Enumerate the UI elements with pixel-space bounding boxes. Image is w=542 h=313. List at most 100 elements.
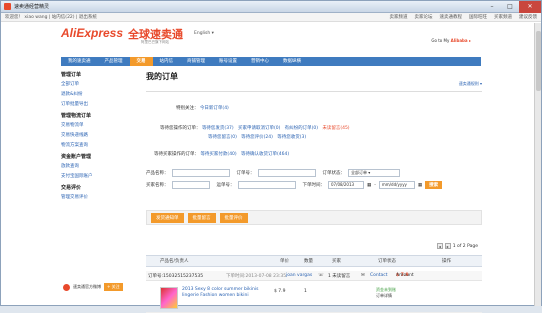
wait-me-row: 等待您操作的订单： 等待您发货(37) 买家申请取消订单(0) 有纠纷的订单(0… xyxy=(160,126,350,131)
contact-link[interactable]: Contact xyxy=(370,273,388,278)
window-title: 速卖通经营精灵 xyxy=(14,4,50,10)
weibo-label[interactable]: 速卖通官方微博 xyxy=(73,284,101,290)
product-name-input[interactable] xyxy=(171,169,230,177)
top-link-feedback[interactable]: 建议反馈 xyxy=(519,14,537,20)
sidebar-item-express-lines[interactable]: 交易快递线路 xyxy=(61,132,141,138)
top-link-wangwang[interactable]: 国际旺旺 xyxy=(469,14,487,20)
order-amount: Amount $ 7.9 xyxy=(396,273,414,278)
unread-message[interactable]: 1 未读留言 xyxy=(328,273,350,279)
sidebar-item-export[interactable]: 订单批量导出 xyxy=(61,101,141,107)
product-name[interactable]: 2013 Sexy 8 color summer bikinis lingeri… xyxy=(182,287,272,299)
quantity: 1 xyxy=(304,289,307,294)
tracking-no-input[interactable] xyxy=(237,181,296,189)
nav-transactions[interactable]: 交易 xyxy=(129,57,153,66)
bulk-actions: 发货通知单 批量留言 批量评价 xyxy=(146,210,482,225)
order-summary-row: 订单号:1503251523753​5 下单时间:2013-07-08 23:3… xyxy=(146,271,482,281)
sidebar-item-logistics-plans[interactable]: 物流方案查询 xyxy=(61,142,141,148)
search-button[interactable]: 搜索 xyxy=(425,181,443,189)
order-detail-link[interactable]: 订单详情 xyxy=(376,293,396,299)
wait-payment-link[interactable]: 等待买家付款(40) xyxy=(200,152,236,157)
shipping-notice-button[interactable]: 发货通知单 xyxy=(151,212,184,223)
nav-store[interactable]: 商铺管理 xyxy=(180,57,212,66)
dispute-link[interactable]: 有纠纷的订单(0) xyxy=(285,126,318,131)
welcome-text[interactable]: 欢迎您！ xiao wang | 站内信(22) | 退出系统 xyxy=(5,14,97,20)
nav-products[interactable]: 产品管理 xyxy=(98,57,130,66)
follow-button[interactable]: + 关注 xyxy=(104,283,123,291)
weibo-follow: 速卖通官方微博 + 关注 xyxy=(63,283,123,291)
sidebar-title: 交易评价 xyxy=(61,185,82,191)
sidebar-item-alipay[interactable]: 支付宝国际账户 xyxy=(61,173,141,179)
scrollbar-thumb[interactable] xyxy=(536,31,541,91)
title-bar: 速卖通经营精灵 – □ ✕ xyxy=(1,0,541,13)
page-title: 我的订单 xyxy=(146,72,178,81)
nav-marketing[interactable]: 营销中心 xyxy=(244,57,276,66)
order-status-select[interactable]: 全部订单 ▾ xyxy=(348,169,400,177)
unit-price: $ 7.9 xyxy=(274,289,286,294)
wait-confirm-link[interactable]: 等待确认收货订单(464) xyxy=(241,152,289,157)
sidebar-group-logistics: 管理物流订单 交易物流单 交易快递线路 物流方案查询 xyxy=(61,112,141,148)
cancel-request-link[interactable]: 买家申请取消订单(0) xyxy=(238,126,280,131)
rules-link[interactable]: 速卖通规则 ▾ xyxy=(459,81,482,87)
page-info: 1 of 2 Page xyxy=(452,243,478,249)
sidebar-title: 管理订单 xyxy=(61,72,82,78)
date-from-input[interactable]: 07/08/2013 xyxy=(328,181,364,189)
order-no-input[interactable] xyxy=(257,169,316,177)
wait-receive-link[interactable]: 等待您收货(3) xyxy=(277,135,306,140)
sidebar-item-manage-reviews[interactable]: 管理交易评价 xyxy=(61,194,141,200)
nav-my-aliexpress[interactable]: 我的速卖通 xyxy=(61,57,98,66)
sidebar-group-reviews: 交易评价 管理交易评价 xyxy=(61,184,141,200)
top-link-tutorial[interactable]: 速卖通教程 xyxy=(440,14,463,20)
sidebar-item-refunds[interactable]: 退款&纠纷 xyxy=(61,91,141,97)
wait-leave-message-link[interactable]: 等待您留言(0) xyxy=(208,135,237,140)
close-button[interactable]: ✕ xyxy=(519,0,541,13)
app-icon xyxy=(4,3,11,10)
weibo-icon xyxy=(63,283,70,291)
order-status: 资金未到账 订单详情 xyxy=(376,287,396,299)
calendar-icon[interactable]: ▦ xyxy=(367,183,371,188)
nav-data[interactable]: 数据纵横 xyxy=(276,57,308,66)
wait-review-link[interactable]: 等待您评价(24) xyxy=(241,135,273,140)
unread-messages-link[interactable]: 未读留言(45) xyxy=(322,126,349,131)
site-header: AliExpress 全球速卖通 阿里巴巴旗下网站 English ▾ Go t… xyxy=(1,22,541,48)
buyer-name-input[interactable] xyxy=(171,181,210,189)
order-id[interactable]: 订单号:1503251523753​5 xyxy=(148,273,203,279)
sidebar-item-payouts[interactable]: 放款查询 xyxy=(61,163,141,169)
wait-ship-link[interactable]: 等待您发货(37) xyxy=(202,126,234,131)
contact-icon[interactable]: ✉ xyxy=(361,273,365,278)
aliexpress-logo[interactable]: AliExpress xyxy=(61,26,123,40)
calendar-icon[interactable]: ▦ xyxy=(418,183,422,188)
minimize-button[interactable]: – xyxy=(483,1,501,13)
goto-my-alibaba[interactable]: Go to My Alibaba ▸ xyxy=(431,38,471,43)
orders-table-header: 产品名/负责人 单价 数量 买家 订单状态 操作 xyxy=(146,255,482,267)
top-links: 卖家频道 卖家论坛 速卖通教程 国际旺旺 买家频道 建议反馈 xyxy=(390,14,538,20)
top-link-buyer-channel[interactable]: 买家频道 xyxy=(494,14,512,20)
wait-buyer-row: 等待买家操作的订单： 等待买家付款(40) 等待确认收货订单(464) xyxy=(154,152,290,157)
top-links-bar: 欢迎您！ xiao wang | 站内信(22) | 退出系统 卖家频道 卖家论… xyxy=(1,13,541,22)
nav-messages[interactable]: 站内信 xyxy=(153,57,181,66)
main-content: 我的订单 速卖通规则 ▾ 特别关注： 今日新订单(4) 等待您操作的订单： 等待… xyxy=(146,71,482,313)
date-to-input[interactable]: mm/dd/yyyy xyxy=(378,181,415,189)
special-attention-row: 特别关注： 今日新订单(4) xyxy=(176,106,229,111)
today-orders-link[interactable]: 今日新订单(4) xyxy=(200,106,229,111)
bulk-message-button[interactable]: 批量留言 xyxy=(187,212,216,223)
order-time: 下单时间:2013-07-08 23:35 xyxy=(226,273,287,279)
buyer-name[interactable]: joan vargas xyxy=(286,273,312,278)
maximize-button[interactable]: □ xyxy=(501,1,519,13)
bulk-review-button[interactable]: 批量评价 xyxy=(219,212,248,223)
nav-account[interactable]: 账号设置 xyxy=(212,57,244,66)
window-controls: – □ ✕ xyxy=(483,0,541,13)
language-select[interactable]: English ▾ xyxy=(194,31,214,36)
sidebar-item-logistics-orders[interactable]: 交易物流单 xyxy=(61,122,141,128)
next-page-button[interactable]: ▸ xyxy=(444,243,451,249)
app-window: 速卖通经营精灵 – □ ✕ 欢迎您！ xiao wang | 站内信(22) |… xyxy=(0,0,542,313)
prev-page-button[interactable]: ◂ xyxy=(436,243,443,249)
sidebar-item-all-orders[interactable]: 全部订单 xyxy=(61,81,141,87)
vertical-scrollbar[interactable] xyxy=(534,23,541,306)
top-link-seller-forum[interactable]: 卖家论坛 xyxy=(415,14,433,20)
sidebar-title: 资金账户管理 xyxy=(61,154,92,160)
top-link-seller-channel[interactable]: 卖家频道 xyxy=(390,14,408,20)
chat-icon[interactable]: ☏ xyxy=(318,273,324,278)
wait-me-row-2: 等待您留言(0) 等待您评价(24) 等待您收货(3) xyxy=(208,134,306,140)
sidebar: 管理订单 全部订单 退款&纠纷 订单批量导出 管理物流订单 交易物流单 交易快递… xyxy=(61,71,141,205)
sidebar-group-orders: 管理订单 全部订单 退款&纠纷 订单批量导出 xyxy=(61,71,141,107)
